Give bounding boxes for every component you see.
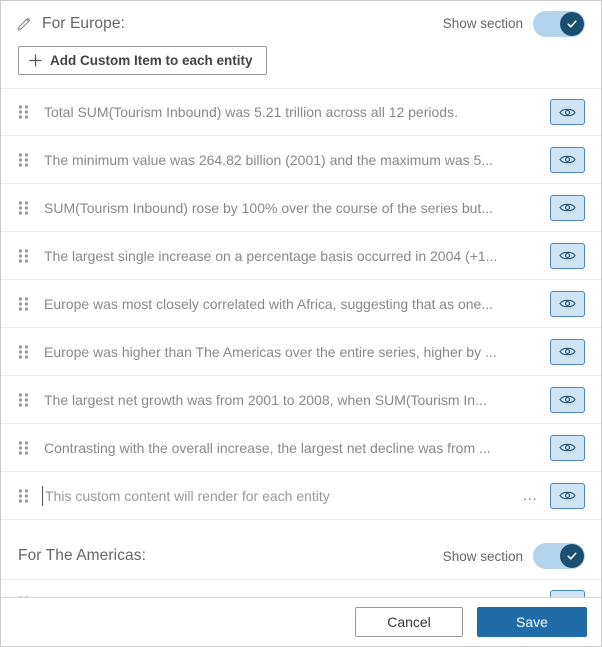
eye-icon [559,203,576,212]
list-item-text: The minimum value was 264.82 billion (20… [44,151,493,168]
list-item[interactable]: SUM(Tourism Inbound) rose by 100% over t… [1,184,601,232]
customize-sections-dialog: For Europe: Show section Add Custom Item… [0,0,602,647]
visibility-toggle-button[interactable] [550,338,585,365]
drag-handle-icon[interactable] [19,296,29,312]
eye-icon [559,299,576,308]
custom-content-input[interactable]: This custom content will render for each… [42,485,522,506]
ellipsis-icon[interactable]: … [522,488,539,503]
section-title: For The Americas: [18,547,147,564]
list-item-text: Europe was most closely correlated with … [44,295,494,312]
visibility-toggle-button[interactable] [550,290,585,317]
list-item-custom[interactable]: This custom content will render for each… [1,472,601,520]
section-header-europe: For Europe: Show section [1,1,601,46]
show-section-label: Show section [442,16,523,31]
item-list-europe: Total SUM(Tourism Inbound) was 5.21 tril… [1,88,601,520]
add-custom-item-row: Add Custom Item to each entity [1,46,601,75]
section-header-the-americas: For The Americas: Show section [1,533,601,579]
list-item-text: SUM(Tourism Inbound) rose by 100% over t… [44,199,493,216]
pencil-icon[interactable] [15,15,33,33]
check-icon [567,20,577,28]
visibility-toggle-button[interactable] [550,590,585,597]
list-item[interactable]: Europe was higher than The Americas over… [1,328,601,376]
plus-icon [29,54,42,67]
drag-handle-icon[interactable] [19,248,29,264]
cancel-button[interactable]: Cancel [355,607,463,637]
list-item-text: Total SUM(Tourism Inbound) was 2.57 tril… [44,593,550,597]
drag-handle-icon[interactable] [19,200,29,216]
list-item[interactable]: Total SUM(Tourism Inbound) was 2.57 tril… [1,579,601,597]
list-item-text: The largest net growth was from 2001 to … [44,391,487,408]
check-icon [567,552,577,560]
visibility-toggle-button[interactable] [550,146,585,173]
section-title: For Europe: [42,14,125,32]
eye-icon [559,155,576,164]
visibility-toggle-button[interactable] [550,434,585,461]
drag-handle-icon[interactable] [19,440,29,456]
drag-handle-icon[interactable] [19,488,29,504]
toggle-knob [560,11,584,36]
list-item-text: Contrasting with the overall increase, t… [44,439,491,456]
list-item-text: Total SUM(Tourism Inbound) was 5.21 tril… [44,104,458,120]
add-custom-item-button[interactable]: Add Custom Item to each entity [18,46,267,75]
eye-icon [559,443,576,452]
eye-icon [559,108,576,116]
drag-handle-icon[interactable] [19,104,29,120]
eye-icon [559,251,576,260]
eye-icon [559,395,576,404]
show-section-toggle-europe[interactable] [533,10,585,37]
sections-scroll-area[interactable]: For Europe: Show section Add Custom Item… [1,1,601,597]
list-item-text: The largest single increase on a percent… [44,247,498,264]
drag-handle-icon[interactable] [19,344,29,360]
visibility-toggle-button[interactable] [550,242,585,269]
eye-icon [559,491,576,500]
save-button[interactable]: Save [477,607,587,637]
drag-handle-icon[interactable] [19,152,29,168]
list-item[interactable]: Total SUM(Tourism Inbound) was 5.21 tril… [1,88,601,136]
show-section-toggle-the-americas[interactable] [533,543,585,569]
list-item[interactable]: The largest net growth was from 2001 to … [1,376,601,424]
dialog-footer: Cancel Save [1,597,601,646]
item-list-the-americas: Total SUM(Tourism Inbound) was 2.57 tril… [1,579,601,597]
list-item[interactable]: The minimum value was 264.82 billion (20… [1,136,601,184]
visibility-toggle-button[interactable] [550,386,585,413]
list-item-text: Europe was higher than The Americas over… [44,343,497,360]
eye-icon [559,347,576,356]
show-section-label: Show section [442,548,523,564]
add-custom-item-label: Add Custom Item to each entity [50,53,253,68]
visibility-toggle-button[interactable] [550,99,585,125]
drag-handle-icon[interactable] [19,392,29,408]
visibility-toggle-button[interactable] [550,194,585,221]
toggle-knob [560,544,584,568]
drag-handle-icon[interactable] [19,595,29,597]
visibility-toggle-button[interactable] [550,482,585,509]
list-item[interactable]: Contrasting with the overall increase, t… [1,424,601,472]
list-item[interactable]: The largest single increase on a percent… [1,232,601,280]
list-item[interactable]: Europe was most closely correlated with … [1,280,601,328]
